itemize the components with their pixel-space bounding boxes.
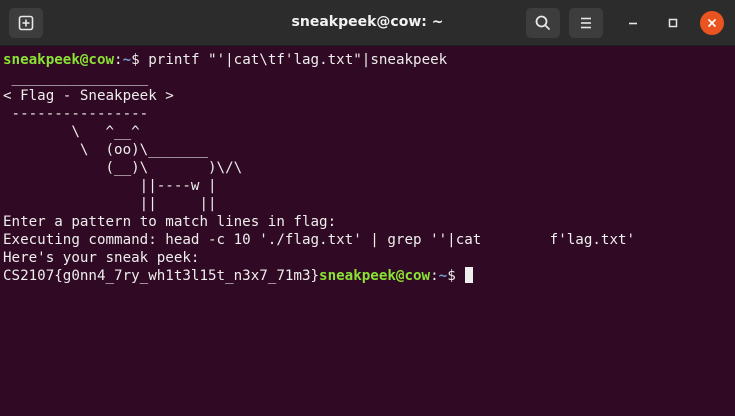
search-button[interactable] [526,8,560,38]
cowsay-line: \ (oo)\_______ [3,142,208,158]
prompt-symbol: $ [131,52,149,68]
close-icon [707,18,717,28]
prompt-user-host: sneakpeek@cow [3,52,115,68]
prompt-path: ~ [438,268,448,284]
terminal-output[interactable]: sneakpeek@cow:~$ printf "'|cat\tf'lag.tx… [0,46,735,416]
title-bar: sneakpeek@cow: ~ [0,0,735,46]
flag-text: CS2107{g0nn4_7ry_wh1t3l15t_n3x7_71m3} [3,268,320,284]
flag-prompt-line: CS2107{g0nn4_7ry_wh1t3l15t_n3x7_71m3}sne… [3,267,474,285]
cowsay-line: ---------------- [3,106,149,122]
maximize-button[interactable] [661,11,685,35]
prompt-user-host: sneakpeek@cow [319,268,431,284]
minimize-button[interactable] [621,11,645,35]
terminal-window: sneakpeek@cow: ~ sneakpeek@cow:~$ printf… [0,0,735,416]
prompt-separator: : [430,268,439,284]
cowsay-line: \ ^__^ [3,124,140,140]
prompt-separator: : [114,52,123,68]
menu-button[interactable] [569,8,603,38]
cowsay-line: (__)\ )\/\ [3,160,243,176]
search-icon [535,15,550,30]
command-text: printf "'|cat\tf'lag.txt"|sneakpeek [148,52,448,68]
maximize-icon [668,18,678,28]
output-line: Here's your sneak peek: [3,250,200,266]
cowsay-line: ||----w | [3,178,217,194]
cowsay-line: || || [3,196,217,212]
hamburger-menu-icon [581,17,591,29]
prompt-path: ~ [122,52,132,68]
output-line: Enter a pattern to match lines in flag: [3,214,337,230]
close-button[interactable] [700,11,724,35]
prompt-symbol: $ [447,268,465,284]
minimize-icon [629,22,637,25]
command-line: sneakpeek@cow:~$ printf "'|cat\tf'lag.tx… [3,51,447,69]
cowsay-line: ________________ [3,70,149,86]
text-cursor [465,267,474,283]
output-line: Executing command: head -c 10 './flag.tx… [3,232,636,248]
cowsay-line: < Flag - Sneakpeek > [3,88,174,104]
